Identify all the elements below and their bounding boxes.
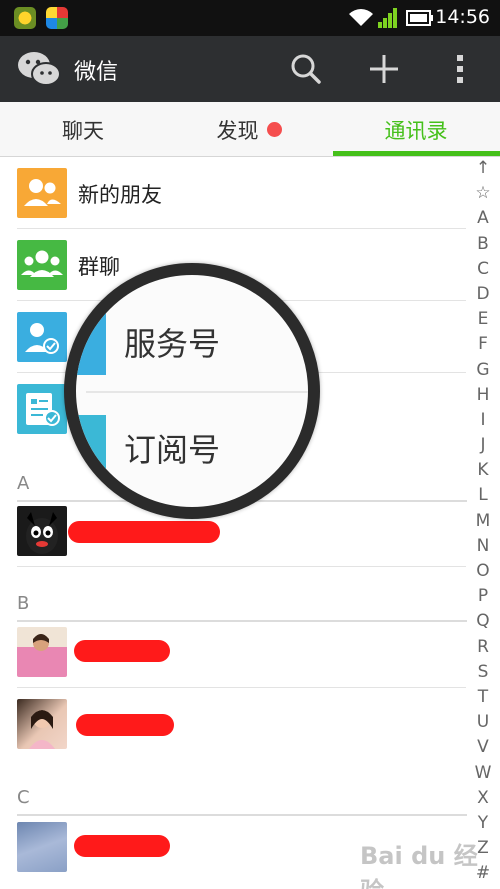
redaction-mark (68, 521, 220, 543)
tab-contacts-label: 通讯录 (384, 118, 448, 143)
index-letter[interactable]: N (472, 536, 494, 561)
index-letter[interactable]: U (472, 712, 494, 737)
active-tab-indicator (333, 151, 500, 156)
new-friends-label: 新的朋友 (78, 183, 162, 207)
index-letter[interactable]: O (472, 561, 494, 586)
index-letter[interactable]: B (472, 234, 494, 259)
contact-row[interactable] (0, 616, 470, 688)
new-friends-icon (17, 168, 67, 218)
index-letter[interactable]: X (472, 788, 494, 813)
index-letter[interactable]: R (472, 637, 494, 662)
row-divider (86, 391, 308, 393)
row-divider (17, 566, 466, 567)
group-chat-label: 群聊 (78, 255, 120, 279)
contact-avatar (17, 699, 67, 749)
index-letter[interactable]: A (472, 208, 494, 233)
tab-discover[interactable]: 发现 (166, 102, 332, 157)
redaction-mark (74, 640, 170, 662)
service-account-icon-magnified (76, 305, 106, 375)
contact-avatar (17, 822, 67, 872)
service-account-label[interactable]: 服务号 (124, 319, 220, 365)
index-letter[interactable]: L (472, 485, 494, 510)
search-icon (291, 54, 321, 84)
index-letter[interactable]: ↑ (472, 158, 494, 183)
index-letter[interactable]: Y (472, 813, 494, 838)
status-bar: 14:56 (0, 0, 500, 36)
tab-discover-label: 发现 (216, 118, 259, 143)
section-letter: B (17, 593, 30, 614)
index-letter[interactable]: D (472, 284, 494, 309)
tab-chats-label: 聊天 (62, 118, 104, 143)
tab-chats[interactable]: 聊天 (0, 102, 166, 157)
index-letter[interactable]: M (472, 511, 494, 536)
new-badge (266, 122, 282, 137)
subscription-account-icon (17, 384, 67, 434)
redaction-mark (76, 714, 174, 736)
wechat-logo-icon (18, 52, 61, 86)
contact-avatar (17, 627, 67, 677)
magnifier-overlay: 服务号 订阅号 (64, 263, 320, 519)
section-letter: C (17, 787, 30, 808)
notification-app-icon (14, 7, 36, 29)
index-letter[interactable]: W (472, 763, 494, 788)
battery-icon (406, 10, 433, 26)
index-letter[interactable]: C (472, 259, 494, 284)
notification-store-icon (46, 7, 68, 29)
index-letter[interactable]: G (472, 360, 494, 385)
service-account-icon (17, 312, 67, 362)
app-title: 微信 (74, 60, 119, 85)
section-letter: A (17, 473, 30, 494)
tab-bar: 聊天 发现 通讯录 (0, 102, 500, 157)
redaction-mark (74, 835, 170, 857)
index-letter[interactable]: J (472, 435, 494, 460)
index-letter[interactable]: ☆ (472, 183, 494, 208)
index-letter[interactable]: S (472, 662, 494, 687)
more-button[interactable] (437, 46, 483, 92)
index-letter[interactable]: H (472, 385, 494, 410)
index-letter[interactable]: V (472, 737, 494, 762)
status-time: 14:56 (435, 6, 490, 28)
signal-icon (378, 8, 397, 28)
index-letter[interactable]: F (472, 334, 494, 359)
search-button[interactable] (283, 46, 329, 92)
new-friends-row[interactable]: 新的朋友 (0, 157, 470, 229)
action-bar: 微信 (0, 36, 500, 102)
plus-icon (370, 55, 398, 83)
contact-avatar (17, 506, 67, 556)
index-letter[interactable]: Q (472, 611, 494, 636)
wifi-icon (349, 9, 373, 26)
subscription-account-label[interactable]: 订阅号 (124, 425, 220, 471)
index-letter[interactable]: T (472, 687, 494, 712)
tab-contacts[interactable]: 通讯录 (333, 102, 499, 157)
watermark: Bai du 经验 (360, 842, 478, 889)
index-letter[interactable]: I (472, 410, 494, 435)
subscription-account-icon-magnified (76, 415, 106, 485)
index-letter[interactable]: P (472, 586, 494, 611)
more-icon (457, 55, 463, 83)
index-letter[interactable]: E (472, 309, 494, 334)
index-letter[interactable]: K (472, 460, 494, 485)
add-button[interactable] (361, 46, 407, 92)
contact-row[interactable] (0, 688, 470, 760)
alphabet-index[interactable]: ↑ ☆ A B C D E F G H I J K L M N O P Q R S T U V W X Y Z # (472, 158, 494, 888)
group-chat-icon (17, 240, 67, 290)
